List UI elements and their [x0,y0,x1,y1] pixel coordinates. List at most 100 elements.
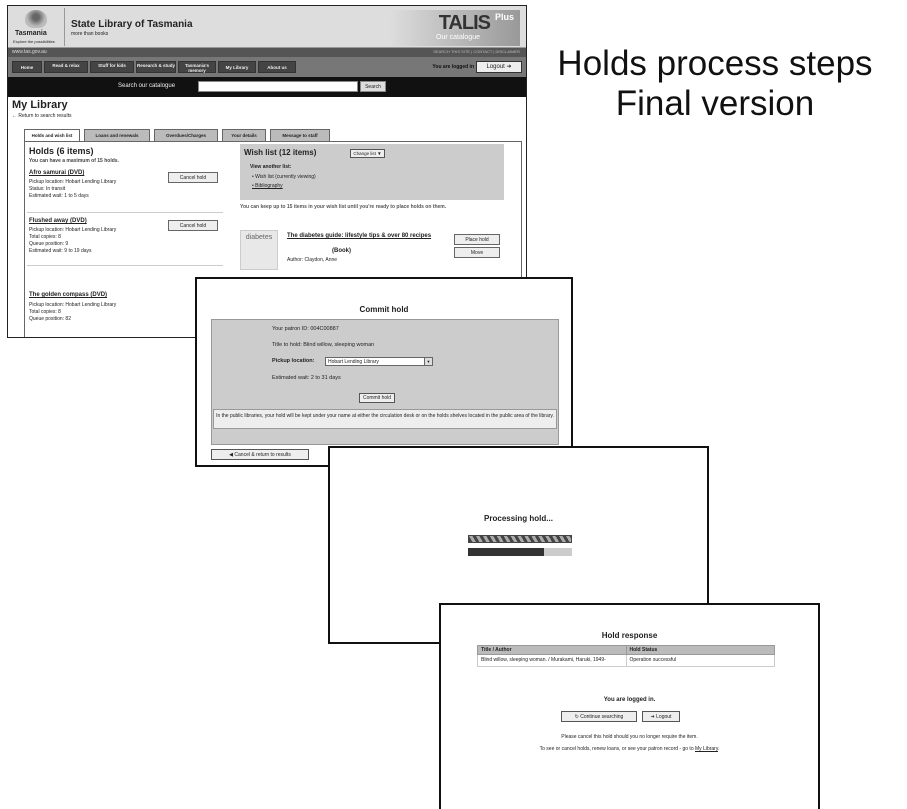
hold-title-text[interactable]: Afro samurai [29,170,66,176]
col-title-author: Title / Author [477,645,627,655]
talis-banner: TALIS Plus Our catalogue [390,10,520,46]
hold-type: (DVD) [70,218,87,224]
table-row: Blind willow, sleeping woman. / Murakami… [477,654,775,667]
talis-name: TALIS [438,12,491,34]
logo-name: Tasmania [15,30,47,37]
search-input[interactable] [198,81,358,92]
change-list-button[interactable]: Change list ▼ [350,149,385,158]
hold-line: Queue position: 82 [29,316,71,322]
commit-hold-screenshot: Commit hold Your patron ID: 004C00887 Ti… [195,277,573,467]
holds-max: You can have a maximum of 15 holds. [29,158,119,164]
hold-response-title: Hold response [601,631,658,640]
hold-title[interactable]: The golden compass (DVD) [29,292,107,298]
change-list-label: Change list [353,151,376,156]
hold-item: Flushed away (DVD) Pickup location: Hoba… [27,216,223,266]
hold-title[interactable]: Flushed away (DVD) [29,218,87,224]
hold-title[interactable]: Afro samurai (DVD) [29,170,84,176]
tasmania-emblem-icon [25,10,47,28]
hold-type: (DVD) [90,292,108,298]
title-to-hold: Title to hold: Blind willow, sleeping wo… [272,342,375,348]
hold-line: Total copies: 8 [29,309,61,315]
cancel-return-label: Cancel & return to results [234,452,291,458]
hold-type: (DVD) [67,170,85,176]
talis-subtitle: Our catalogue [436,34,480,41]
link-bar: www.tas.gov.au SEARCH THIS SITE | CONTAC… [8,48,526,57]
nav-tasmanias-memory[interactable]: Tasmania's memory [178,61,216,73]
hold-title-text[interactable]: Flushed away [29,218,68,224]
pickup-label: Pickup location: [272,358,315,364]
commit-hold-title: Commit hold [359,305,409,314]
slide-title-line2: Final version [615,84,815,123]
progress-fill [468,548,544,556]
row-hold-status: Operation successful [625,654,775,667]
site-subtitle: more than books [71,31,109,37]
hold-line: Total copies: 8 [29,234,61,240]
wish-list-option[interactable]: • Bibliography [252,183,283,189]
cancel-return-button[interactable]: ◀ Cancel & return to results [211,449,309,460]
refresh-icon: ↻ [574,714,579,720]
wish-list-title: Wish list (12 items) [244,148,317,157]
tasmania-logo[interactable]: Tasmania Explore the possibilities [11,8,65,46]
hold-response-table: Title / Author Hold Status Blind willow,… [477,645,775,667]
top-links[interactable]: SEARCH THIS SITE | CONTACT | DISCLAIMER [433,49,520,54]
move-button[interactable]: Move [454,247,500,258]
search-bar: Search our catalogue Search [8,77,526,97]
patron-id: Your patron ID: 004C00887 [272,326,339,332]
hold-line: Status: In transit [29,186,66,192]
continue-searching-button[interactable]: ↻ Continue searching [561,711,637,722]
place-hold-button[interactable]: Place hold [454,234,500,245]
return-link[interactable]: ← Return to search results [12,113,71,119]
nav-home[interactable]: Home [12,61,42,73]
cancel-hold-button[interactable]: Cancel hold [168,220,218,231]
view-another-label: View another list: [250,164,292,170]
hold-item: Afro samurai (DVD) Pickup location: Hoba… [27,168,223,213]
commit-hold-button[interactable]: Commit hold [359,393,395,403]
logout-label: Logout [486,64,505,70]
hold-title-text[interactable]: The golden compass [29,292,89,298]
logout-button[interactable]: Logout ➜ [476,61,522,73]
hold-line: Estimated wait: 1 to 5 days [29,193,89,199]
search-button[interactable]: Search [360,81,386,92]
book-title[interactable]: The diabetes guide: lifestyle tips & ove… [287,232,437,240]
hold-response-screenshot: Hold response Title / Author Hold Status… [439,603,820,809]
wish-info: You can keep up to 15 items in your wish… [240,204,447,210]
logout-arrow-icon: ➜ [506,64,512,70]
col-hold-status: Hold Status [625,645,775,655]
hold-line: Queue position: 9 [29,241,69,247]
estimated-wait: Estimated wait: 2 to 31 days [272,375,341,381]
wish-list-option[interactable]: • Wish list (currently viewing) [252,174,316,180]
logout-arrow-icon: ➜ [650,714,655,720]
nav-read-relax[interactable]: Read & relax [44,61,88,73]
pickup-location-select[interactable]: Hobart Lending Library ▼ [325,357,433,366]
site-header: Tasmania Explore the possibilities State… [8,6,526,48]
logged-in-text: You are logged in [432,64,474,70]
nav-stuff-for-kids[interactable]: Stuff for kids [90,61,134,73]
talis-plus: Plus [494,12,514,22]
main-nav: Home Read & relax Stuff for kids Researc… [8,57,526,77]
my-library-link[interactable]: My Library [695,746,718,752]
page-title: My Library [12,99,68,111]
search-label: Search our catalogue [118,83,176,89]
chevron-down-icon: ▼ [377,151,382,156]
see-note: To see or cancel holds, renew loans, or … [441,746,818,752]
hold-line: Pickup location: Hobart Lending Library [29,179,117,185]
nav-about-us[interactable]: About us [258,61,296,73]
nav-my-library[interactable]: My Library [218,61,256,73]
logged-in-text: You are logged in. [603,697,656,703]
nav-research-study[interactable]: Research & study [136,61,176,73]
row-title-author: Blind willow, sleeping woman. / Murakami… [477,654,627,667]
chevron-down-icon: ▼ [424,358,432,365]
slide-title: Holds process steps Final version [530,44,900,124]
cancel-hold-button[interactable]: Cancel hold [168,172,218,183]
book-type: (Book) [332,248,351,254]
progress-bar [468,548,572,556]
cancel-note: Please cancel this hold should you no lo… [561,734,698,740]
see-note-period: . [717,746,720,752]
processing-title: Processing hold... [484,514,553,523]
hold-line: Estimated wait: 9 to 19 days [29,248,92,254]
holds-title: Holds (6 items) [29,146,94,156]
book-author: Author: Claydon, Anne [287,257,338,263]
book-cover[interactable]: diabetes [240,230,278,270]
site-url[interactable]: www.tas.gov.au [12,49,47,55]
logout-button[interactable]: ➜ Logout [642,711,680,722]
